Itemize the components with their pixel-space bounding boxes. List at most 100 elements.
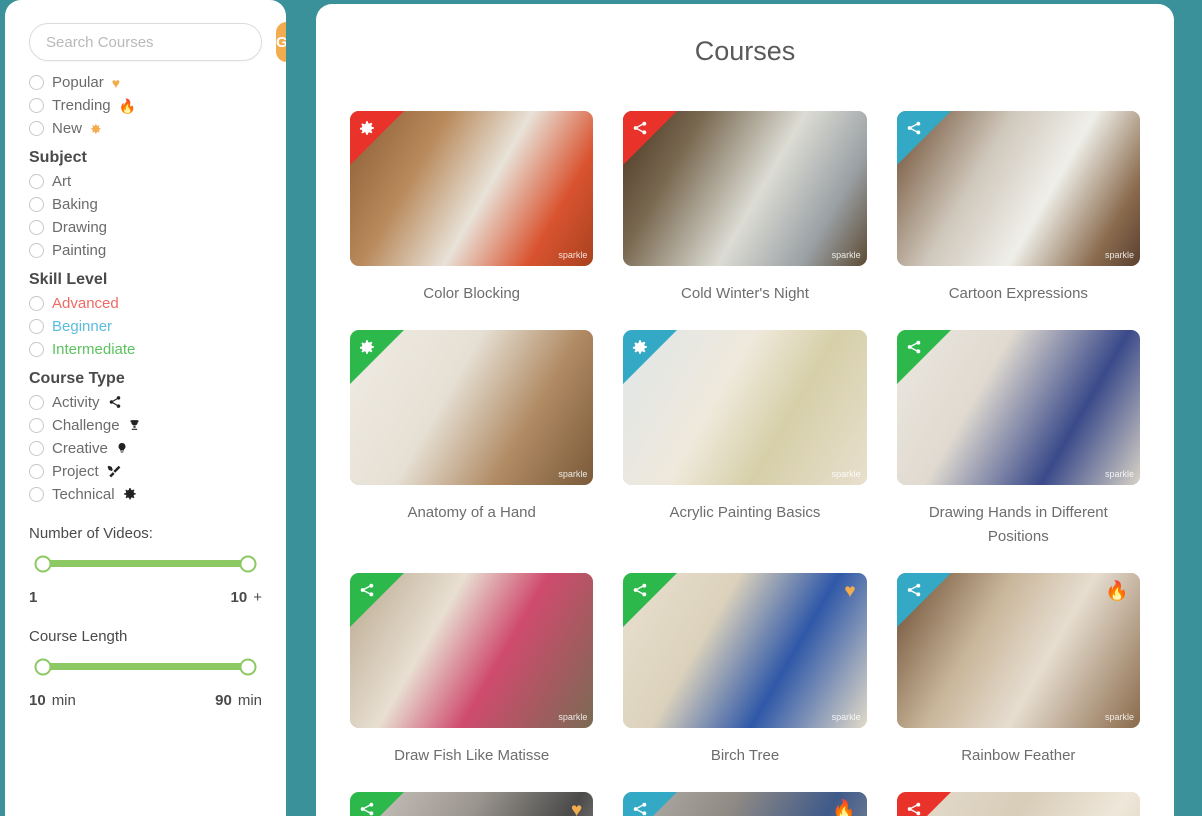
course-thumbnail[interactable]: sparkle [350, 330, 594, 485]
quick-filter-new[interactable]: New ✸ [29, 120, 262, 137]
skill-level-item-advanced[interactable]: Advanced [29, 295, 262, 312]
option-label: New [52, 120, 83, 137]
quick-filter-trending[interactable]: Trending 🔥 [29, 97, 262, 114]
course-thumbnail[interactable]: sparkle [350, 573, 594, 728]
course-title: Cartoon Expressions [948, 285, 1088, 302]
share-icon [906, 801, 922, 816]
radio-icon[interactable] [29, 418, 44, 433]
option-label: Project [52, 463, 99, 480]
course-type-item-technical[interactable]: Technical [29, 486, 262, 503]
course-thumbnail[interactable]: sparkle [896, 111, 1140, 266]
course-card[interactable]: ♥ sparkle Birch Tree [623, 573, 867, 768]
course-thumbnail[interactable]: 🔥sparkle [623, 792, 867, 816]
option-label: Challenge [52, 417, 120, 434]
radio-icon[interactable] [29, 98, 44, 113]
watermark: sparkle [1104, 712, 1134, 722]
course-thumbnail[interactable]: sparkle [896, 330, 1140, 485]
course-title: Color Blocking [423, 285, 521, 302]
course-thumbnail[interactable]: 🔥 sparkle [896, 573, 1140, 728]
course-card[interactable]: ♥sparkle [350, 792, 594, 816]
skill-level-item-beginner[interactable]: Beginner [29, 318, 262, 335]
course-thumbnail[interactable]: ♥sparkle [350, 792, 594, 816]
share-icon [632, 582, 648, 598]
radio-icon[interactable] [29, 464, 44, 479]
share-icon [906, 120, 922, 136]
videos-slider[interactable] [34, 555, 257, 572]
course-card[interactable]: sparkle Cartoon Expressions [896, 111, 1140, 306]
length-max-value: 90 [215, 692, 232, 709]
search-input[interactable] [29, 23, 262, 61]
watermark: sparkle [558, 712, 588, 722]
radio-icon[interactable] [29, 296, 44, 311]
length-slider-knob-max[interactable] [239, 658, 257, 675]
radio-icon[interactable] [29, 75, 44, 90]
videos-slider-knob-min[interactable] [34, 555, 52, 572]
radio-icon[interactable] [29, 441, 44, 456]
radio-icon[interactable] [29, 319, 44, 334]
flame-icon: 🔥 [1105, 581, 1129, 602]
videos-min-value: 1 [29, 589, 38, 606]
course-card[interactable]: 🔥 sparkle Rainbow Feather [896, 573, 1140, 768]
courses-panel: Courses sparkle Color Blocking sparkle Cold… [316, 4, 1174, 816]
course-grid: sparkle Color Blocking sparkle Cold Winter'… [350, 111, 1140, 816]
heart-icon: ♥ [844, 581, 856, 602]
sparkle-icon: ✸ [90, 120, 102, 137]
course-card[interactable]: 🔥sparkle [623, 792, 867, 816]
course-title: Rainbow Feather [961, 747, 1076, 764]
course-thumbnail[interactable]: sparkle [623, 111, 867, 266]
search-row: Go [29, 22, 286, 62]
filter-sidebar: Go Popular ♥ Trending 🔥 New ✸ Subject [5, 0, 286, 816]
course-thumbnail[interactable]: ♥ sparkle [623, 573, 867, 728]
course-card[interactable]: sparkle Acrylic Painting Basics [623, 330, 867, 549]
radio-icon[interactable] [29, 342, 44, 357]
course-thumbnail[interactable]: sparkle [350, 111, 594, 266]
radio-icon[interactable] [29, 220, 44, 235]
subject-item-art[interactable]: Art [29, 173, 262, 190]
length-slider-block: Course Length 10 min 90 min [29, 628, 262, 709]
course-card[interactable]: sparkle Drawing Hands in Different Positi… [896, 330, 1140, 549]
videos-slider-label: Number of Videos: [29, 525, 153, 542]
course-card[interactable]: sparkle Draw Fish Like Matisse [350, 573, 594, 768]
radio-icon[interactable] [29, 395, 44, 410]
row-spacer [350, 768, 1140, 792]
row-spacer [350, 549, 1140, 573]
course-thumbnail[interactable]: sparkle [896, 792, 1140, 816]
subject-item-drawing[interactable]: Drawing [29, 219, 262, 236]
length-slider-knob-min[interactable] [34, 658, 52, 675]
course-title: Drawing Hands in Different Positions [928, 504, 1108, 545]
watermark: sparkle [558, 250, 588, 260]
course-type-item-project[interactable]: Project [29, 463, 262, 480]
option-label: Drawing [52, 219, 108, 236]
course-card[interactable]: sparkle [896, 792, 1140, 816]
radio-icon[interactable] [29, 243, 44, 258]
length-max-unit: min [237, 692, 262, 709]
quick-filter-list: Popular ♥ Trending 🔥 New ✸ [29, 74, 262, 137]
quick-filter-popular[interactable]: Popular ♥ [29, 74, 262, 91]
radio-icon[interactable] [29, 197, 44, 212]
skill-level-list: Advanced Beginner Intermediate [29, 295, 262, 358]
course-type-item-creative[interactable]: Creative [29, 440, 262, 457]
search-go-button[interactable]: Go [276, 22, 286, 62]
skill-level-item-intermediate[interactable]: Intermediate [29, 341, 262, 358]
share-icon [632, 120, 648, 136]
course-card[interactable]: sparkle Color Blocking [350, 111, 594, 306]
radio-icon[interactable] [29, 121, 44, 136]
option-label: Activity [52, 394, 100, 411]
subject-item-baking[interactable]: Baking [29, 196, 262, 213]
radio-icon[interactable] [29, 174, 44, 189]
gear-icon [359, 339, 375, 355]
watermark: sparkle [831, 712, 861, 722]
course-card[interactable]: sparkle Cold Winter's Night [623, 111, 867, 306]
subject-item-painting[interactable]: Painting [29, 242, 262, 259]
share-icon [632, 801, 648, 816]
radio-icon[interactable] [29, 487, 44, 502]
length-slider[interactable] [34, 658, 257, 675]
course-type-heading: Course Type [29, 370, 125, 387]
course-thumbnail[interactable]: sparkle [623, 330, 867, 485]
course-card[interactable]: sparkle Anatomy of a Hand [350, 330, 594, 549]
watermark: sparkle [831, 469, 861, 479]
course-type-item-activity[interactable]: Activity [29, 394, 262, 411]
videos-slider-knob-max[interactable] [239, 555, 257, 572]
course-type-item-challenge[interactable]: Challenge [29, 417, 262, 434]
length-min-unit: min [51, 692, 76, 709]
